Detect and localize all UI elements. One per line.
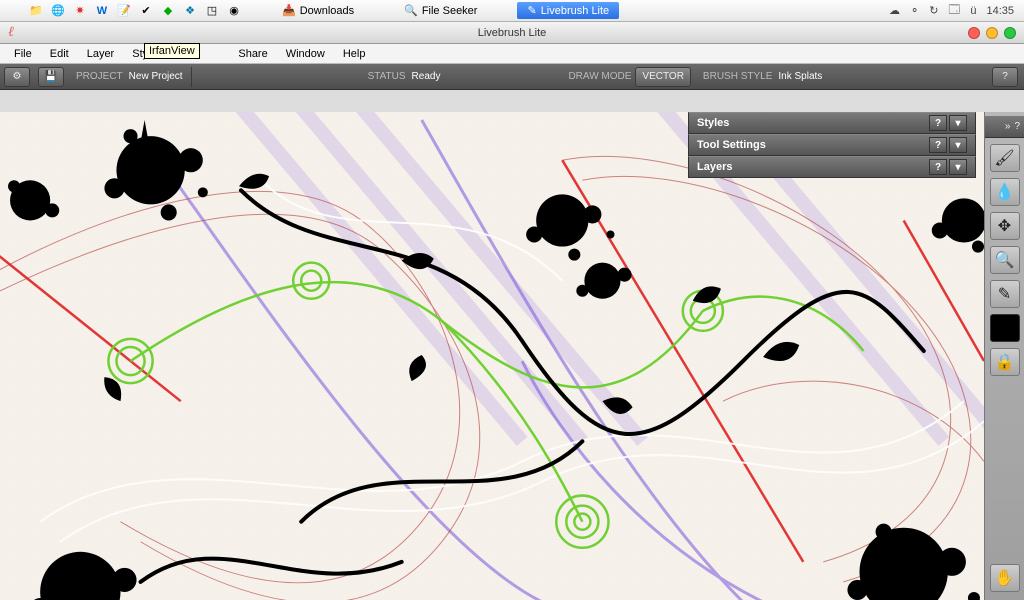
- project-label: PROJECT: [76, 71, 123, 82]
- clock[interactable]: 14:35: [986, 5, 1014, 17]
- save-icon: 💾: [45, 71, 57, 82]
- project-value: New Project: [129, 71, 183, 82]
- help-icon[interactable]: ?: [1014, 121, 1020, 132]
- tray-icon[interactable]: W: [94, 3, 110, 19]
- help-button[interactable]: ?: [992, 67, 1018, 87]
- panel-title: Layers: [697, 161, 732, 173]
- mac-menu-bar: 📁 🌐 ✷ W 📝 ✔ ◆ ❖ ◳ ◉ 📥 Downloads 🔍 File S…: [0, 0, 1024, 22]
- panel-layers[interactable]: Layers ?▾: [688, 156, 976, 178]
- side-panels: Styles ?▾ Tool Settings ?▾ Layers ?▾: [688, 112, 976, 178]
- eyedropper-icon: 💧: [995, 182, 1015, 202]
- gear-icon: ⚙: [13, 71, 22, 82]
- status-value: Ready: [412, 71, 441, 82]
- u-icon[interactable]: ü: [970, 5, 976, 17]
- dock-header: » ?: [985, 116, 1024, 138]
- search-icon: 🔍: [404, 4, 418, 17]
- panel-title: Styles: [697, 117, 729, 129]
- sync-icon[interactable]: ↻: [929, 4, 938, 17]
- tray-icon[interactable]: ❖: [182, 3, 198, 19]
- panel-help-icon[interactable]: ?: [929, 159, 947, 175]
- drawmode-selector[interactable]: VECTOR: [635, 67, 691, 87]
- task-label: Downloads: [300, 5, 354, 17]
- app-logo-icon: ℓ: [8, 25, 14, 41]
- tray-icon[interactable]: 📝: [116, 3, 132, 19]
- brushstyle-value[interactable]: Ink Splats: [778, 71, 822, 82]
- taskbar-item-fileseeker[interactable]: 🔍 File Seeker: [394, 2, 487, 19]
- color-swatch[interactable]: [990, 314, 1020, 342]
- tool-lock[interactable]: 🔒: [990, 348, 1020, 376]
- wifi-icon[interactable]: ⚬: [910, 4, 919, 17]
- tool-eyedropper[interactable]: 💧: [990, 178, 1020, 206]
- menu-help[interactable]: Help: [335, 46, 374, 62]
- tray-icon[interactable]: ✔: [138, 3, 154, 19]
- task-label: File Seeker: [422, 5, 478, 17]
- close-icon[interactable]: [968, 27, 980, 39]
- taskbar-item-livebrush[interactable]: ✎ Livebrush Lite: [517, 2, 619, 19]
- drawmode-value: VECTOR: [642, 71, 684, 82]
- panel-title: Tool Settings: [697, 139, 766, 151]
- cloud-icon[interactable]: ☁: [889, 4, 900, 17]
- tray-icon[interactable]: ◆: [160, 3, 176, 19]
- chevron-down-icon[interactable]: ▾: [949, 137, 967, 153]
- menu-layer[interactable]: Layer: [79, 46, 123, 62]
- app-menu-bar: File Edit Layer Style IrfanView Share Wi…: [0, 44, 1024, 64]
- zoom-icon[interactable]: [1004, 27, 1016, 39]
- brush-icon: ✎: [527, 4, 536, 17]
- settings-button[interactable]: ⚙: [4, 67, 30, 87]
- workspace: Styles ?▾ Tool Settings ?▾ Layers ?▾ » ?…: [0, 112, 1024, 600]
- battery-icon[interactable]: 🗔: [948, 1, 960, 20]
- brushstyle-label: BRUSH STYLE: [703, 71, 772, 82]
- tray-icon[interactable]: ◉: [226, 3, 242, 19]
- zoom-icon: 🔍: [995, 250, 1015, 270]
- tray-icon[interactable]: ◳: [204, 3, 220, 19]
- panel-tool-settings[interactable]: Tool Settings ?▾: [688, 134, 976, 156]
- window-titlebar[interactable]: ℓ Livebrush Lite: [0, 22, 1024, 44]
- tray-icon[interactable]: 🌐: [50, 3, 66, 19]
- menu-file[interactable]: File: [6, 46, 40, 62]
- panel-help-icon[interactable]: ?: [929, 115, 947, 131]
- chevron-down-icon[interactable]: ▾: [949, 159, 967, 175]
- drawmode-label: DRAW MODE: [568, 71, 631, 82]
- status-label: STATUS: [368, 71, 406, 82]
- tooltip: IrfanView: [144, 43, 200, 59]
- task-label: Livebrush Lite: [541, 5, 610, 17]
- app-window: ℓ Livebrush Lite File Edit Layer Style I…: [0, 22, 1024, 600]
- taskbar-item-downloads[interactable]: 📥 Downloads: [272, 2, 364, 19]
- menu-window[interactable]: Window: [278, 46, 333, 62]
- artwork: [0, 112, 984, 600]
- folder-icon: 📥: [282, 4, 296, 17]
- tool-hand[interactable]: ✋: [990, 564, 1020, 592]
- move-icon: ✥: [998, 216, 1011, 236]
- panel-styles[interactable]: Styles ?▾: [688, 112, 976, 134]
- tool-brush[interactable]: 🖌: [990, 144, 1020, 172]
- save-button[interactable]: 💾: [38, 67, 64, 87]
- menu-share[interactable]: Share: [230, 46, 275, 62]
- window-title: Livebrush Lite: [478, 27, 547, 39]
- tray-icon[interactable]: 📁: [28, 3, 44, 19]
- tool-eraser[interactable]: ✎: [990, 280, 1020, 308]
- chevron-down-icon[interactable]: ▾: [949, 115, 967, 131]
- window-controls: [968, 27, 1016, 39]
- lock-icon: 🔒: [995, 352, 1015, 372]
- panel-help-icon[interactable]: ?: [929, 137, 947, 153]
- apple-icon[interactable]: [6, 3, 22, 19]
- tray-icon[interactable]: ✷: [72, 3, 88, 19]
- eraser-icon: ✎: [998, 284, 1011, 304]
- minimize-icon[interactable]: [986, 27, 998, 39]
- tool-dock: » ? 🖌 💧 ✥ 🔍 ✎ 🔒 ✋: [984, 112, 1024, 600]
- tool-zoom[interactable]: 🔍: [990, 246, 1020, 274]
- app-toolbar: ⚙ 💾 PROJECT New Project STATUS Ready DRA…: [0, 64, 1024, 90]
- tool-move[interactable]: ✥: [990, 212, 1020, 240]
- mac-status-right: ☁ ⚬ ↻ 🗔 ü 14:35: [889, 1, 1024, 20]
- expand-icon[interactable]: »: [1005, 121, 1011, 132]
- brush-icon: 🖌: [994, 148, 1014, 168]
- menu-edit[interactable]: Edit: [42, 46, 77, 62]
- hand-icon: ✋: [995, 568, 1015, 588]
- separator: [191, 67, 192, 87]
- mac-tray: 📁 🌐 ✷ W 📝 ✔ ◆ ❖ ◳ ◉: [0, 3, 242, 19]
- canvas[interactable]: [0, 112, 984, 600]
- help-icon: ?: [1002, 71, 1008, 82]
